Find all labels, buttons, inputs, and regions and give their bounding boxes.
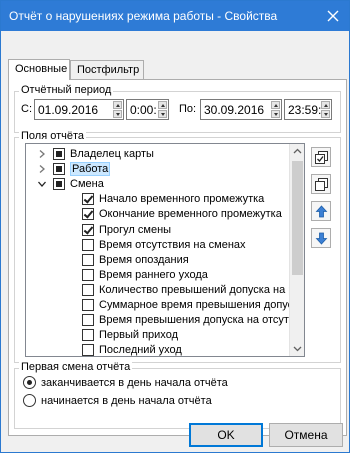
tree-item[interactable]: Время превышения допуска на отсутст	[26, 313, 299, 328]
tree-item-label: Первый приход	[99, 329, 178, 342]
move-down-button[interactable]	[311, 228, 331, 248]
tree-item-checkbox[interactable]	[82, 299, 94, 311]
from-date-value: 01.09.2016	[38, 103, 99, 117]
tree-item-label: Последний уход	[99, 344, 182, 357]
tree-item-label: Работа	[70, 162, 111, 177]
tree-item-label: Окончание временного промежутка	[99, 208, 282, 221]
tree-item-checkbox[interactable]	[82, 283, 94, 296]
scroll-thumb[interactable]	[292, 161, 303, 275]
radio-starts-label[interactable]: начинается в день начала отчёта	[41, 395, 212, 407]
tree-item[interactable]: Начало временного промежутка	[26, 192, 290, 207]
tree-item[interactable]: Работа	[26, 162, 290, 177]
tree-item[interactable]: Прогул смены	[26, 223, 290, 238]
tree-item[interactable]: Последний уход	[26, 343, 290, 357]
tree-item-checkbox[interactable]	[82, 329, 94, 342]
scroll-down-icon[interactable]	[290, 341, 305, 356]
tree-item-checkbox[interactable]	[82, 314, 94, 327]
scroll-up-icon[interactable]	[290, 144, 305, 159]
to-date-spinner[interactable]	[271, 101, 280, 118]
tree-item-label: Владелец карты	[70, 148, 154, 160]
tree-item-label: Время опоздания	[99, 253, 189, 266]
tree-item-checkbox[interactable]	[82, 223, 94, 236]
to-label: По:	[179, 103, 197, 115]
ok-button[interactable]: OK	[189, 423, 263, 447]
spin-up-icon[interactable]	[321, 101, 330, 109]
window-title: Отчёт о нарушениях режима работы - Свойс…	[9, 9, 278, 23]
from-time-field[interactable]: 0:00:	[126, 99, 169, 120]
tree-item-label: Суммарное время превышения допуска н	[99, 299, 305, 311]
radio-starts-on-start-day[interactable]	[23, 394, 36, 407]
from-date-spinner[interactable]	[113, 101, 122, 118]
tree-item-checkbox[interactable]	[82, 253, 94, 266]
to-time-value: 23:59:	[288, 103, 322, 117]
tree-item-label: Начало временного промежутка	[99, 193, 265, 206]
from-date-field[interactable]: 01.09.2016	[34, 99, 124, 120]
fields-legend: Поля отчёта	[19, 130, 87, 142]
tree-item-label: Время раннего ухода	[99, 268, 208, 281]
tree-item-checkbox[interactable]	[82, 208, 94, 221]
tree-item-label: Смена	[70, 178, 104, 191]
tree-item-label: Количество превышений допуска на раз	[99, 283, 305, 296]
tree-item[interactable]: Окончание временного промежутка	[26, 207, 290, 222]
tree-item-label: Время превышения допуска на отсутст	[99, 314, 300, 327]
chevron-right-icon[interactable]	[38, 150, 46, 158]
fields-tree[interactable]: Последний уход Первый приход Время превыше…	[25, 143, 305, 357]
tree-item-checkbox[interactable]	[82, 268, 94, 281]
tree-item-label: Прогул смены	[99, 223, 172, 236]
move-up-button[interactable]	[311, 201, 331, 221]
from-time-value: 0:00:	[130, 103, 157, 117]
tree-item-checkbox[interactable]	[82, 193, 94, 206]
radio-ends-label[interactable]: заканчивается в день начала отчёта	[41, 377, 228, 389]
check-all-icon	[315, 151, 328, 164]
to-time-field[interactable]: 23:59:	[284, 99, 332, 120]
period-legend: Отчётный период	[19, 84, 114, 96]
uncheck-all-icon	[315, 178, 328, 191]
move-up-icon	[315, 205, 328, 218]
tree-item-checkbox[interactable]	[53, 163, 65, 176]
move-down-icon	[315, 232, 328, 245]
dialog-body: Основные Постфильтр Отчётный период С: 0…	[5, 31, 347, 450]
spin-down-icon[interactable]	[113, 110, 122, 118]
tree-item[interactable]: Первый приход	[26, 328, 290, 343]
tab-postfilter-label: Постфильтр	[77, 64, 140, 76]
tree-item[interactable]: Владелец карты	[26, 147, 290, 162]
from-time-spinner[interactable]	[158, 101, 167, 118]
tree-item-label: Время отсутствия на сменах	[99, 238, 246, 251]
tree-item-checkbox[interactable]	[82, 238, 94, 251]
first-shift-legend: Первая смена отчёта	[19, 361, 133, 373]
title-bar[interactable]: Отчёт о нарушениях режима работы - Свойс…	[1, 1, 349, 31]
chevron-right-icon[interactable]	[38, 165, 46, 174]
tree-item-checkbox[interactable]	[53, 178, 65, 191]
to-date-field[interactable]: 30.09.2016	[200, 99, 282, 120]
tree-scrollbar[interactable]	[289, 144, 304, 356]
properties-dialog: Отчёт о нарушениях режима работы - Свойс…	[0, 0, 350, 453]
from-label: С:	[21, 103, 32, 115]
spin-down-icon[interactable]	[271, 110, 280, 118]
tree-item-checkbox[interactable]	[82, 344, 94, 356]
tree-item[interactable]: Время раннего ухода	[26, 268, 290, 283]
tree-item[interactable]: Время отсутствия на сменах	[26, 238, 290, 253]
spin-down-icon[interactable]	[158, 110, 167, 118]
tree-item[interactable]: Суммарное время превышения допуска н	[26, 298, 304, 313]
check-all-button[interactable]	[311, 147, 331, 167]
tab-postfilter[interactable]: Постфильтр	[70, 60, 144, 79]
tree-item[interactable]: Количество превышений допуска на раз	[26, 283, 304, 298]
spin-up-icon[interactable]	[113, 101, 122, 109]
uncheck-all-button[interactable]	[311, 174, 331, 194]
chevron-down-icon[interactable]	[38, 180, 46, 188]
tab-main[interactable]: Основные	[8, 59, 70, 80]
close-icon[interactable]	[325, 8, 341, 24]
spin-down-icon[interactable]	[321, 110, 330, 118]
tree-item-checkbox[interactable]	[53, 148, 65, 160]
to-date-value: 30.09.2016	[204, 103, 265, 117]
tree-item[interactable]: Время опоздания	[26, 253, 290, 268]
tree-item[interactable]: Смена	[26, 177, 290, 192]
radio-ends-on-start-day[interactable]	[23, 376, 36, 389]
cancel-button[interactable]: Отмена	[269, 423, 343, 447]
spin-up-icon[interactable]	[158, 101, 167, 109]
to-time-spinner[interactable]	[321, 101, 330, 118]
spin-up-icon[interactable]	[271, 101, 280, 109]
tab-main-label: Основные	[15, 63, 68, 75]
